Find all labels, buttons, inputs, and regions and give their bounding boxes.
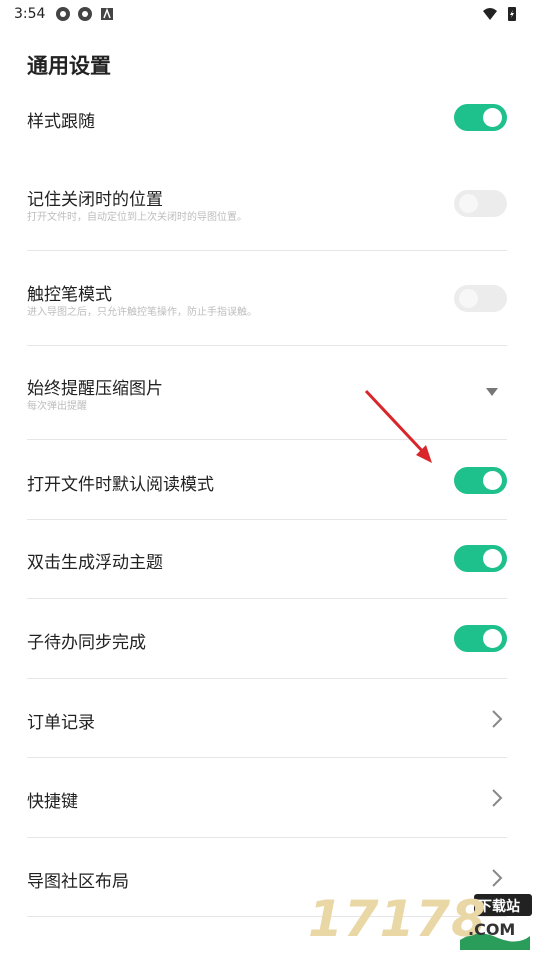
watermark-tag: 下载站 xyxy=(478,899,520,915)
watermark-logo: 17178 下载站 .COM xyxy=(308,888,534,950)
battery-icon xyxy=(508,7,516,21)
setting-label: 记住关闭时的位置 xyxy=(27,190,163,210)
setting-label: 订单记录 xyxy=(27,713,95,733)
remember-position-toggle[interactable] xyxy=(454,190,507,217)
setting-label: 双击生成浮动主题 xyxy=(27,553,163,573)
setting-label: 快捷键 xyxy=(27,792,78,812)
setting-double-click-floating[interactable]: 双击生成浮动主题 xyxy=(27,545,507,575)
setting-label: 导图社区布局 xyxy=(27,872,129,892)
setting-shortcuts[interactable]: 快捷键 xyxy=(27,785,507,812)
chevron-right-icon xyxy=(492,710,503,728)
divider xyxy=(27,519,507,520)
stylus-mode-toggle[interactable] xyxy=(454,285,507,312)
chevron-right-icon xyxy=(492,869,503,887)
status-bar: 3:54 xyxy=(0,0,534,28)
setting-label: 子待办同步完成 xyxy=(27,633,146,653)
dropdown-caret-icon[interactable] xyxy=(485,387,499,397)
divider xyxy=(27,598,507,599)
divider xyxy=(27,678,507,679)
chevron-right-icon xyxy=(492,789,503,807)
setting-stylus-mode[interactable]: 触控笔模式 进入导图之后，只允许触控笔操作，防止手指误触。 xyxy=(27,280,507,322)
style-follow-toggle[interactable] xyxy=(454,104,507,131)
notification-icons xyxy=(55,6,115,22)
divider xyxy=(27,250,507,251)
setting-description: 打开文件时，自动定位到上次关闭时的导图位置。 xyxy=(27,212,247,223)
subtask-sync-toggle[interactable] xyxy=(454,625,507,652)
setting-description: 进入导图之后，只允许触控笔操作，防止手指误触。 xyxy=(27,307,257,318)
divider xyxy=(27,837,507,838)
setting-label: 样式跟随 xyxy=(27,112,95,132)
annotation-arrow-icon xyxy=(364,389,432,463)
default-read-mode-toggle[interactable] xyxy=(454,467,507,494)
setting-subtask-sync[interactable]: 子待办同步完成 xyxy=(27,625,507,655)
page-title: 通用设置 xyxy=(27,54,111,78)
setting-default-read-mode[interactable]: 打开文件时默认阅读模式 xyxy=(27,467,507,497)
settings-notification-icon-2 xyxy=(78,7,93,21)
setting-remember-position[interactable]: 记住关闭时的位置 打开文件时，自动定位到上次关闭时的导图位置。 xyxy=(27,185,507,227)
settings-notification-icon xyxy=(56,7,71,21)
app-notification-icon xyxy=(101,7,114,20)
setting-label: 打开文件时默认阅读模式 xyxy=(27,475,214,495)
setting-order-records[interactable]: 订单记录 xyxy=(27,706,507,733)
double-click-floating-toggle[interactable] xyxy=(454,545,507,572)
setting-style-follow[interactable]: 样式跟随 xyxy=(27,104,507,134)
status-time: 3:54 xyxy=(14,6,46,22)
wifi-icon xyxy=(483,8,497,20)
watermark-number: 17178 xyxy=(308,890,487,948)
setting-description: 每次弹出提醒 xyxy=(27,401,87,412)
setting-label: 触控笔模式 xyxy=(27,285,112,305)
divider xyxy=(27,757,507,758)
watermark-domain: .COM xyxy=(468,920,516,939)
divider xyxy=(27,345,507,346)
setting-label: 始终提醒压缩图片 xyxy=(27,379,163,399)
